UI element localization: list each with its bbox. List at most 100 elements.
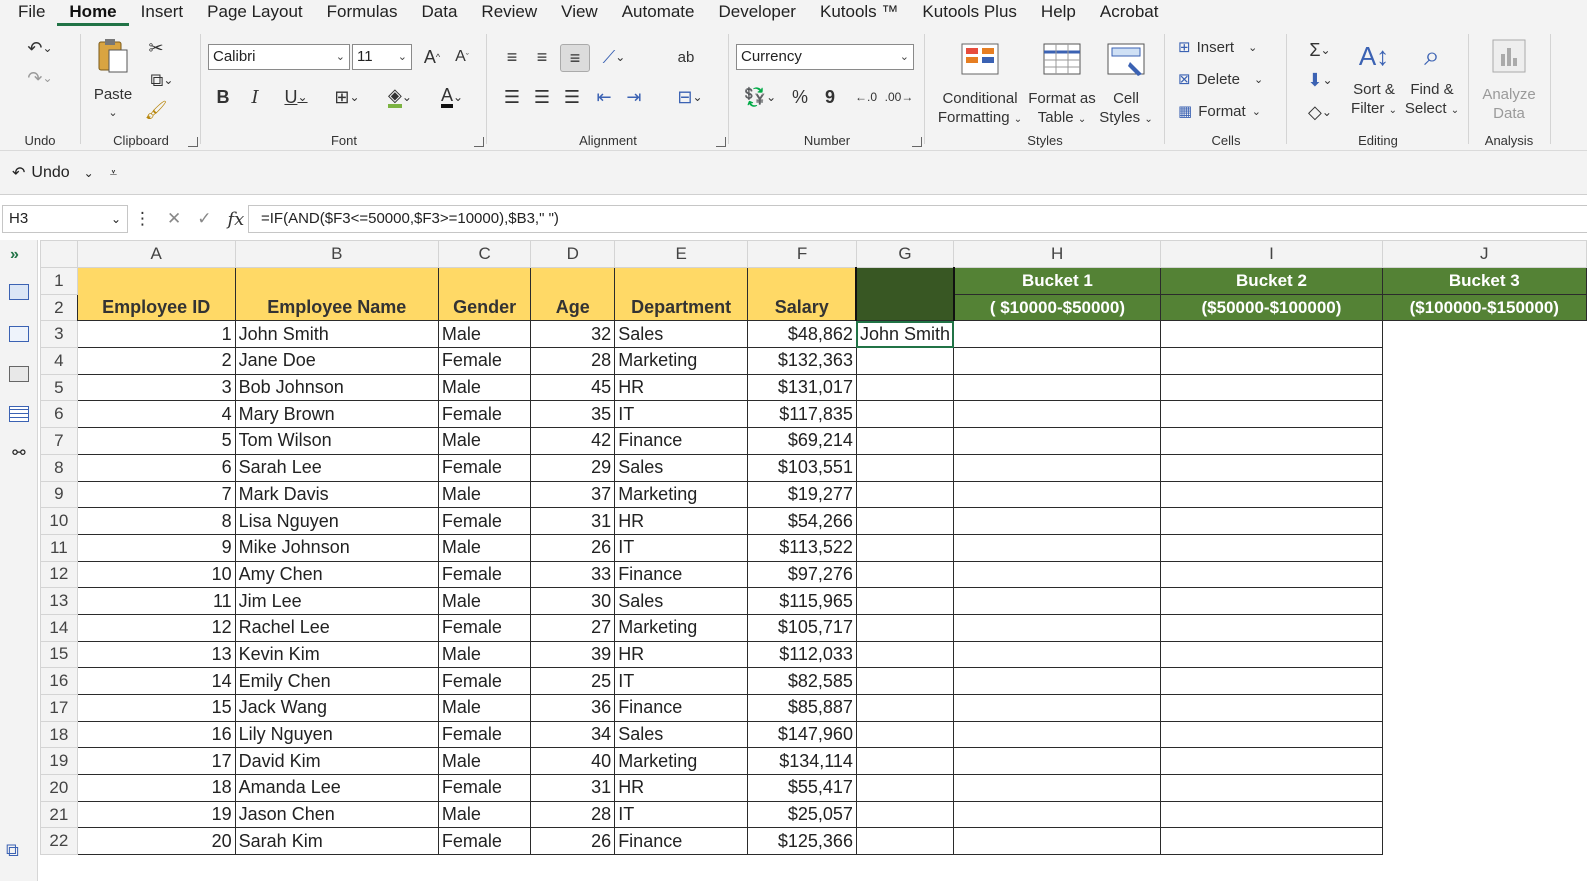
cell-age[interactable]: 35 <box>530 400 616 429</box>
cell-salary[interactable]: $97,276 <box>747 560 857 589</box>
bucket1-range[interactable]: ( $10000-$50000) <box>952 293 1162 322</box>
conditional-formatting-button[interactable]: Conditional Formatting ⌄ <box>932 40 1028 129</box>
wrap-text-icon[interactable]: ab <box>672 44 700 70</box>
cell-employee-name[interactable]: Rachel Lee <box>234 613 439 642</box>
cell-bucket2[interactable] <box>952 667 1162 695</box>
cell-gender[interactable]: Male <box>437 533 532 562</box>
cell-bucket3[interactable] <box>1160 320 1383 349</box>
header-gender[interactable]: Gender <box>437 266 532 322</box>
cell-salary[interactable]: $55,417 <box>747 774 857 802</box>
row-header[interactable]: 13 <box>40 587 78 615</box>
cell-employee-name[interactable]: Tom Wilson <box>234 427 439 455</box>
column-header[interactable]: F <box>747 240 857 268</box>
decrease-font-icon[interactable]: Aˇ <box>450 44 474 70</box>
cell-department[interactable]: IT <box>614 667 749 695</box>
column-header[interactable]: A <box>76 240 236 268</box>
cell-bucket1[interactable] <box>855 587 955 615</box>
cell-salary[interactable]: $19,277 <box>747 480 857 509</box>
cell-employee-id[interactable]: 9 <box>76 533 236 562</box>
cancel-icon[interactable]: ✕ <box>167 209 181 229</box>
menu-view[interactable]: View <box>549 0 610 26</box>
qab-undo-label[interactable]: Undo <box>31 164 69 182</box>
decrease-indent-icon[interactable]: ⇤ <box>592 84 616 110</box>
column-header[interactable]: H <box>952 240 1162 268</box>
cell-employee-id[interactable]: 7 <box>76 480 236 509</box>
bucket2-range[interactable]: ($50000-$100000) <box>1160 293 1383 322</box>
menu-automate[interactable]: Automate <box>610 0 707 26</box>
row-header[interactable]: 21 <box>40 800 78 829</box>
cell-department[interactable]: HR <box>614 507 749 535</box>
clipboard-launcher-icon[interactable] <box>188 137 198 147</box>
cell-department[interactable]: HR <box>614 774 749 802</box>
decrease-decimal-icon[interactable]: .00→ <box>884 84 914 110</box>
open-external-icon[interactable]: ⧉ <box>6 840 19 861</box>
fill-icon[interactable]: ⬇ ⌄ <box>1300 68 1340 92</box>
cell-age[interactable]: 36 <box>530 694 616 722</box>
copy-icon[interactable]: ⧉ ⌄ <box>142 68 182 92</box>
row-header[interactable]: 6 <box>40 400 78 429</box>
cell-employee-name[interactable]: Amy Chen <box>234 560 439 589</box>
cell-bucket2[interactable] <box>952 507 1162 535</box>
cell-department[interactable]: Marketing <box>614 613 749 642</box>
cell-bucket3[interactable] <box>1160 480 1383 509</box>
cell-age[interactable]: 28 <box>530 347 616 375</box>
cell-age[interactable]: 45 <box>530 373 616 402</box>
cell-employee-name[interactable]: Jim Lee <box>234 587 439 615</box>
cell-age[interactable]: 25 <box>530 667 616 695</box>
cell-employee-id[interactable]: 14 <box>76 667 236 695</box>
cell-bucket1[interactable]: John Smith <box>855 320 955 349</box>
cell-bucket2[interactable] <box>952 747 1162 776</box>
cell-employee-name[interactable]: Mary Brown <box>234 400 439 429</box>
cell-bucket1[interactable] <box>855 720 955 749</box>
cell-employee-name[interactable]: Sarah Lee <box>234 453 439 482</box>
find-select-button[interactable]: ⌕ Find & Select ⌄ <box>1404 36 1460 120</box>
cell-employee-id[interactable]: 6 <box>76 453 236 482</box>
cell-salary[interactable]: $131,017 <box>747 373 857 402</box>
cell-bucket3[interactable] <box>1160 453 1383 482</box>
fill-color-icon[interactable]: ◈ ⌄ <box>378 84 422 110</box>
alignment-launcher-icon[interactable] <box>716 137 726 147</box>
cell-department[interactable]: Sales <box>614 320 749 349</box>
cell-employee-id[interactable]: 12 <box>76 613 236 642</box>
cell-bucket1[interactable] <box>855 533 955 562</box>
cell-bucket3[interactable] <box>1160 587 1383 615</box>
cell-salary[interactable]: $115,965 <box>747 587 857 615</box>
cell-age[interactable]: 32 <box>530 320 616 349</box>
cell-bucket1[interactable] <box>855 453 955 482</box>
cell-gender[interactable]: Male <box>437 800 532 829</box>
cell-salary[interactable]: $82,585 <box>747 667 857 695</box>
cell-employee-name[interactable]: David Kim <box>234 747 439 776</box>
cell-gender[interactable]: Female <box>437 560 532 589</box>
cell-bucket1[interactable] <box>855 800 955 829</box>
menu-data[interactable]: Data <box>410 0 470 26</box>
menu-insert[interactable]: Insert <box>129 0 196 26</box>
cell-age[interactable]: 34 <box>530 720 616 749</box>
cell-gender[interactable]: Male <box>437 427 532 455</box>
cell-salary[interactable]: $69,214 <box>747 427 857 455</box>
name-manager-icon[interactable] <box>9 326 29 342</box>
menu-help[interactable]: Help <box>1029 0 1088 26</box>
row-header[interactable]: 4 <box>40 347 78 375</box>
cell-employee-name[interactable]: Mike Johnson <box>234 533 439 562</box>
autosum-icon[interactable]: Σ ⌄ <box>1300 38 1340 62</box>
row-header[interactable]: 8 <box>40 453 78 482</box>
cell-employee-name[interactable]: Amanda Lee <box>234 774 439 802</box>
cell-bucket1[interactable] <box>855 347 955 375</box>
font-size-select[interactable]: 11 ⌄ <box>352 44 412 70</box>
cell-gender[interactable]: Female <box>437 667 532 695</box>
insert-cells-button[interactable]: ⊞ Insert ⌄ <box>1178 38 1257 57</box>
cell-employee-id[interactable]: 15 <box>76 694 236 722</box>
paste-button[interactable]: Paste ⌄ <box>88 36 138 123</box>
cell-age[interactable]: 31 <box>530 774 616 802</box>
cell-age[interactable]: 26 <box>530 533 616 562</box>
cell-employee-name[interactable]: John Smith <box>234 320 439 349</box>
cell-gender[interactable]: Male <box>437 480 532 509</box>
cell-bucket3[interactable] <box>1160 800 1383 829</box>
bucket2-title[interactable]: Bucket 2 <box>1160 267 1383 295</box>
cell-salary[interactable]: $134,114 <box>747 747 857 776</box>
cell-department[interactable]: HR <box>614 373 749 402</box>
row-header[interactable]: 20 <box>40 774 78 802</box>
cell-bucket3[interactable] <box>1160 667 1383 695</box>
row-header[interactable]: 12 <box>40 560 78 589</box>
cell-employee-id[interactable]: 1 <box>76 320 236 349</box>
